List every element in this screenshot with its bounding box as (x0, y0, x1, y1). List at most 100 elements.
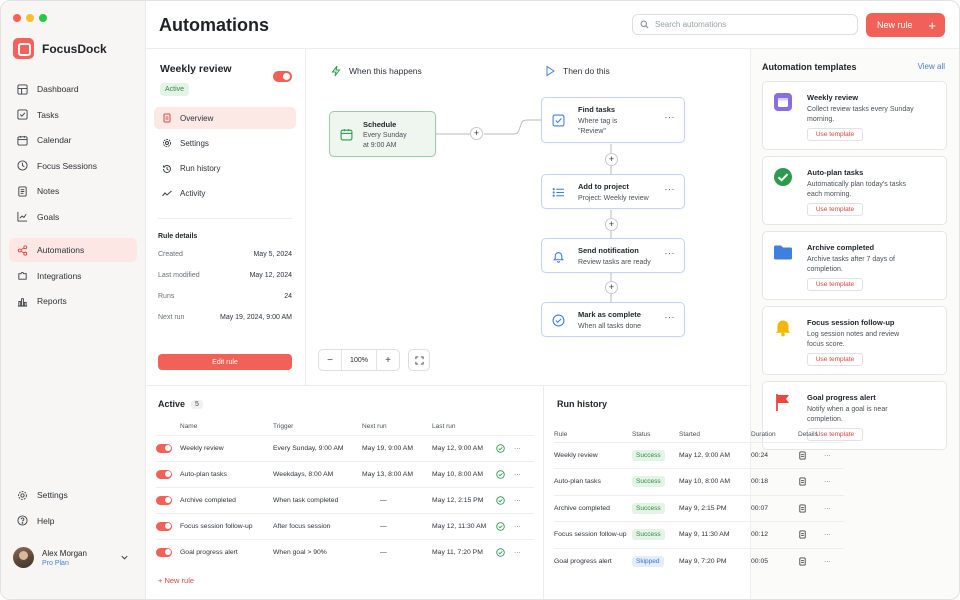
sidebar-item-tasks[interactable]: Tasks (9, 103, 137, 127)
rule-toggle[interactable] (156, 547, 172, 557)
table-row[interactable]: Weekly review Every Sunday, 9:00 AM May … (156, 434, 534, 461)
sidebar-item-reports[interactable]: Reports (9, 289, 137, 313)
rule-toggle[interactable] (156, 469, 172, 479)
sidebar-item-automations[interactable]: Automations (9, 238, 137, 262)
use-template-button[interactable]: Use template (807, 128, 863, 141)
bar-chart-icon (17, 296, 28, 307)
more-icon[interactable]: ··· (824, 521, 844, 548)
table-row[interactable]: Goal progress alert When goal > 90% — Ma… (156, 538, 534, 565)
search-box[interactable] (632, 14, 858, 35)
sidebar-item-label: Tasks (37, 109, 59, 120)
more-icon[interactable]: ··· (514, 434, 534, 461)
table-row[interactable]: Goal progress alert Skipped May 9, 7:20 … (554, 547, 844, 575)
rule-toggle[interactable] (156, 495, 172, 505)
document-icon[interactable] (798, 504, 807, 513)
more-icon[interactable]: ··· (514, 486, 534, 513)
sidebar-item-label: Goals (37, 211, 60, 222)
table-row[interactable]: Archive completed Success May 9, 2:15 PM… (554, 494, 844, 522)
table-row[interactable]: Auto-plan tasks Weekdays, 8:00 AM May 13… (156, 460, 534, 487)
rule-toggle[interactable] (156, 443, 172, 453)
user-menu[interactable]: Alex Morgan Pro Plan (13, 547, 133, 568)
use-template-button[interactable]: Use template (807, 353, 863, 366)
more-icon[interactable]: ··· (665, 112, 676, 122)
template-card[interactable]: Auto-plan tasks Automatically plan today… (762, 156, 947, 225)
use-template-button[interactable]: Use template (807, 278, 863, 291)
window-controls (13, 14, 47, 22)
template-card[interactable]: Weekly review Collect review tasks every… (762, 81, 947, 150)
more-icon[interactable]: ··· (514, 460, 534, 487)
tab-label: Settings (180, 138, 209, 148)
trigger-node[interactable]: Schedule Every Sunday at 9:00 AM (329, 111, 436, 157)
new-rule-button[interactable]: New rule + (866, 13, 945, 37)
clock-icon (17, 160, 28, 171)
more-icon[interactable]: ··· (824, 468, 844, 495)
more-icon[interactable]: ··· (824, 494, 844, 522)
zoom-control: − 100% + (318, 349, 400, 371)
more-icon[interactable]: ··· (665, 248, 676, 258)
new-rule-link[interactable]: + New rule (158, 576, 194, 585)
fit-view-button[interactable] (408, 349, 430, 371)
table-row[interactable]: Focus session follow-up After focus sess… (156, 512, 534, 539)
sidebar-item-dashboard[interactable]: Dashboard (9, 77, 137, 101)
more-icon[interactable]: ··· (514, 512, 534, 539)
rule-enabled-toggle[interactable] (273, 71, 292, 82)
sidebar-item-settings[interactable]: Settings (9, 483, 137, 507)
template-card[interactable]: Archive completed Archive tasks after 7 … (762, 231, 947, 300)
sidebar-item-integrations[interactable]: Integrations (9, 264, 137, 288)
close-window-button[interactable] (13, 14, 21, 22)
table-row[interactable]: Focus session follow-up Success May 9, 1… (554, 521, 844, 548)
more-icon[interactable]: ··· (514, 538, 534, 565)
when-header: When this happens (330, 65, 422, 77)
table-row[interactable]: Archive completed When task completed — … (156, 486, 534, 513)
add-step-button[interactable]: + (605, 153, 618, 166)
history-icon (163, 164, 171, 173)
check-circle-icon (496, 469, 505, 479)
page-title: Automations (159, 15, 269, 35)
sidebar-item-focus-sessions[interactable]: Focus Sessions (9, 154, 137, 178)
zoom-in-button[interactable]: + (377, 350, 399, 370)
edit-rule-button[interactable]: Edit rule (158, 354, 292, 370)
tab-activity[interactable]: Activity (154, 183, 296, 205)
step-node-mark-complete[interactable]: Mark as complete When all tasks done ··· (541, 302, 685, 337)
more-icon[interactable]: ··· (824, 441, 844, 469)
sidebar-item-label: Calendar (37, 135, 72, 145)
step-node-find-tasks[interactable]: Find tasks Where tag is "Review" ··· (541, 97, 685, 143)
step-node-send-notification[interactable]: Send notification Review tasks are ready… (541, 238, 685, 273)
sidebar-item-goals[interactable]: Goals (9, 205, 137, 229)
rule-title: Weekly review (160, 63, 232, 75)
sidebar-item-help[interactable]: Help (9, 509, 137, 533)
view-all-link[interactable]: View all (918, 62, 945, 71)
document-icon[interactable] (798, 477, 807, 486)
more-icon[interactable]: ··· (665, 312, 676, 322)
table-row[interactable]: Weekly review Success May 12, 9:00 AM 00… (554, 441, 844, 469)
document-icon (163, 113, 171, 123)
document-icon[interactable] (798, 557, 807, 566)
sidebar-item-label: Dashboard (37, 84, 79, 94)
add-step-button[interactable]: + (470, 127, 483, 140)
table-row[interactable]: Auto-plan tasks Success May 10, 8:00 AM … (554, 468, 844, 495)
sidebar-item-notes[interactable]: Notes (9, 179, 137, 203)
status-badge: Success (632, 476, 665, 488)
add-step-button[interactable]: + (605, 218, 618, 231)
use-template-button[interactable]: Use template (807, 203, 863, 216)
minimize-window-button[interactable] (26, 14, 34, 22)
chevron-down-icon[interactable] (120, 553, 129, 562)
more-icon[interactable]: ··· (665, 184, 676, 194)
app-name: FocusDock (42, 41, 107, 56)
template-card[interactable]: Focus session follow-up Log session note… (762, 306, 947, 375)
tab-overview[interactable]: Overview (154, 107, 296, 129)
more-icon[interactable]: ··· (824, 547, 844, 575)
sidebar-item-calendar[interactable]: Calendar (9, 128, 137, 152)
document-icon[interactable] (798, 530, 807, 539)
zoom-out-button[interactable]: − (319, 350, 341, 370)
rule-toggle[interactable] (156, 521, 172, 531)
zoom-window-button[interactable] (39, 14, 47, 22)
tab-settings[interactable]: Settings (154, 132, 296, 154)
sidebar: FocusDock Dashboard Tasks Calendar Focus… (1, 1, 146, 599)
document-icon[interactable] (798, 451, 807, 460)
sidebar-item-label: Reports (37, 296, 67, 306)
search-input[interactable] (655, 20, 845, 29)
add-step-button[interactable]: + (605, 281, 618, 294)
tab-run-history[interactable]: Run history (154, 158, 296, 180)
step-node-add-to-project[interactable]: Add to project Project: Weekly review ··… (541, 174, 685, 209)
